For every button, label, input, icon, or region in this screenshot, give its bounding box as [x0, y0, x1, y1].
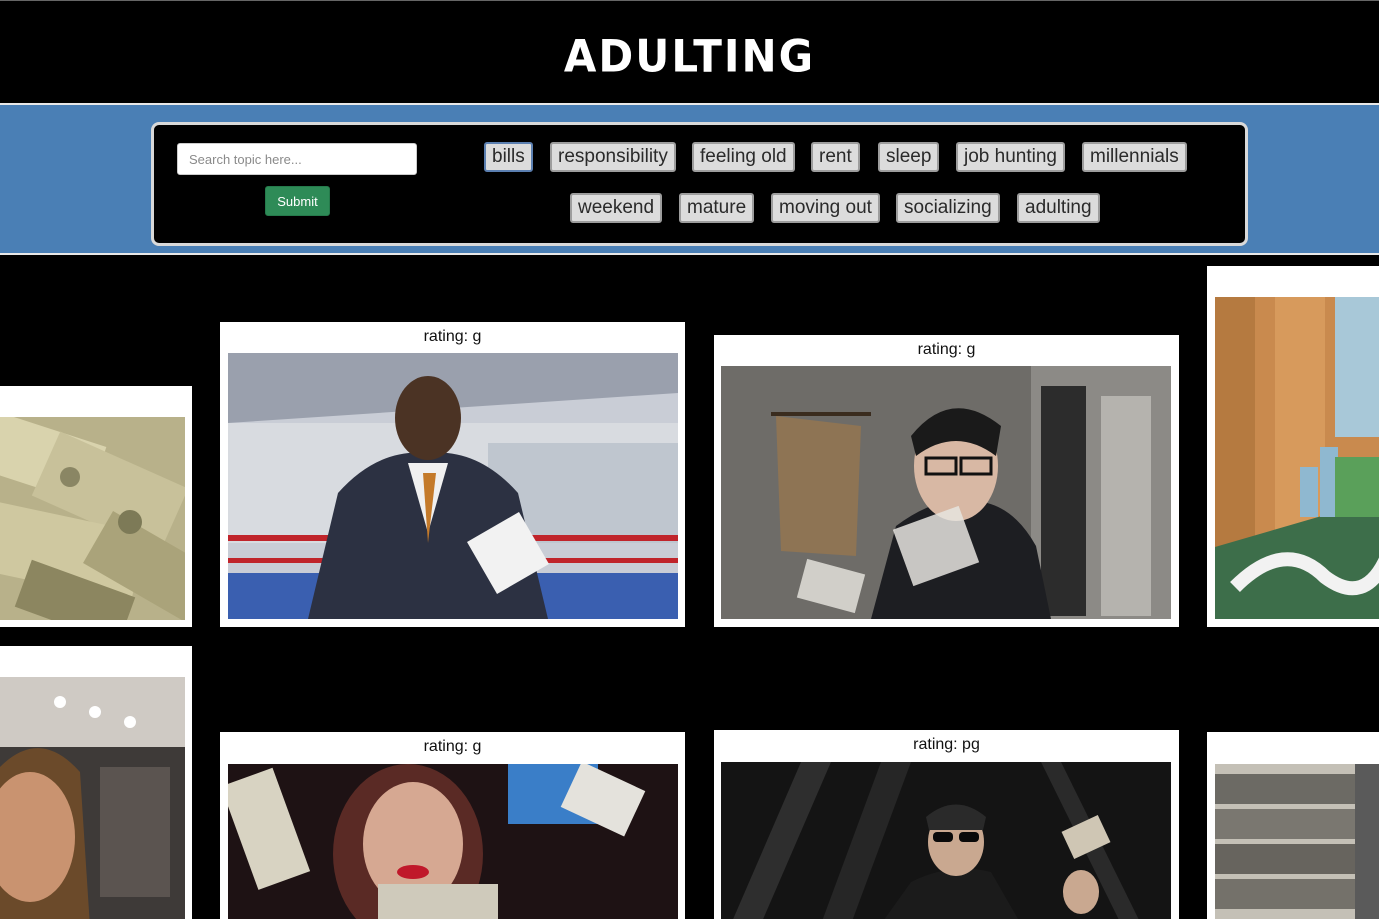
topic-button-rent[interactable]: rent — [811, 142, 860, 172]
submit-button[interactable]: Submit — [265, 186, 330, 216]
gif-image[interactable] — [0, 677, 185, 919]
topic-button-adulting[interactable]: adulting — [1017, 193, 1100, 223]
gif-rating: rating: g — [917, 341, 976, 358]
topic-button-moving-out[interactable]: moving out — [771, 193, 880, 223]
gif-card[interactable] — [0, 386, 192, 627]
topic-button-millennials[interactable]: millennials — [1082, 142, 1187, 172]
topic-button-feeling-old[interactable]: feeling old — [692, 142, 795, 172]
gif-card[interactable]: rating: g — [714, 335, 1179, 627]
gif-image[interactable] — [228, 764, 678, 919]
topic-button-sleep[interactable]: sleep — [878, 142, 940, 172]
gif-image[interactable] — [228, 353, 678, 619]
gif-card[interactable]: rating: pg — [714, 730, 1179, 919]
man-throwing-money-image — [721, 366, 1171, 619]
cash-stacks-image — [1215, 764, 1379, 919]
topic-button-job-hunting[interactable]: job hunting — [956, 142, 1065, 172]
rapper-throwing-money-image — [721, 762, 1171, 919]
gif-card[interactable]: rating: g — [220, 322, 685, 627]
man-in-suit-image — [228, 353, 678, 619]
woman-in-office-image — [0, 677, 185, 919]
topic-button-weekend[interactable]: weekend — [570, 193, 663, 223]
cartoon-money-image — [1215, 297, 1379, 619]
gif-image[interactable] — [0, 417, 185, 620]
gif-card[interactable]: rating: g — [220, 732, 685, 919]
site-title: ADULTING — [563, 30, 816, 82]
gif-card[interactable] — [1207, 266, 1379, 627]
gif-image[interactable] — [721, 762, 1171, 919]
gif-image[interactable] — [1215, 297, 1379, 619]
topic-button-socializing[interactable]: socializing — [896, 193, 1000, 223]
topic-nav-band: Submit bills responsibility feeling old … — [0, 103, 1379, 255]
topic-button-bills[interactable]: bills — [484, 142, 533, 172]
topic-button-mature[interactable]: mature — [679, 193, 755, 223]
topic-button-responsibility[interactable]: responsibility — [550, 142, 676, 172]
gif-image[interactable] — [1215, 764, 1379, 919]
gif-rating: rating: pg — [913, 736, 980, 753]
site-header: ADULTING — [0, 0, 1379, 103]
woman-with-money-image — [228, 764, 678, 919]
gif-card[interactable] — [0, 646, 192, 919]
gif-rating: rating: g — [423, 328, 482, 345]
gif-image[interactable] — [721, 366, 1171, 619]
search-panel: Submit bills responsibility feeling old … — [151, 122, 1248, 246]
gif-card[interactable] — [1207, 732, 1379, 919]
money-pile-image — [0, 417, 185, 620]
search-input[interactable] — [177, 143, 417, 175]
gif-rating: rating: g — [423, 738, 482, 755]
